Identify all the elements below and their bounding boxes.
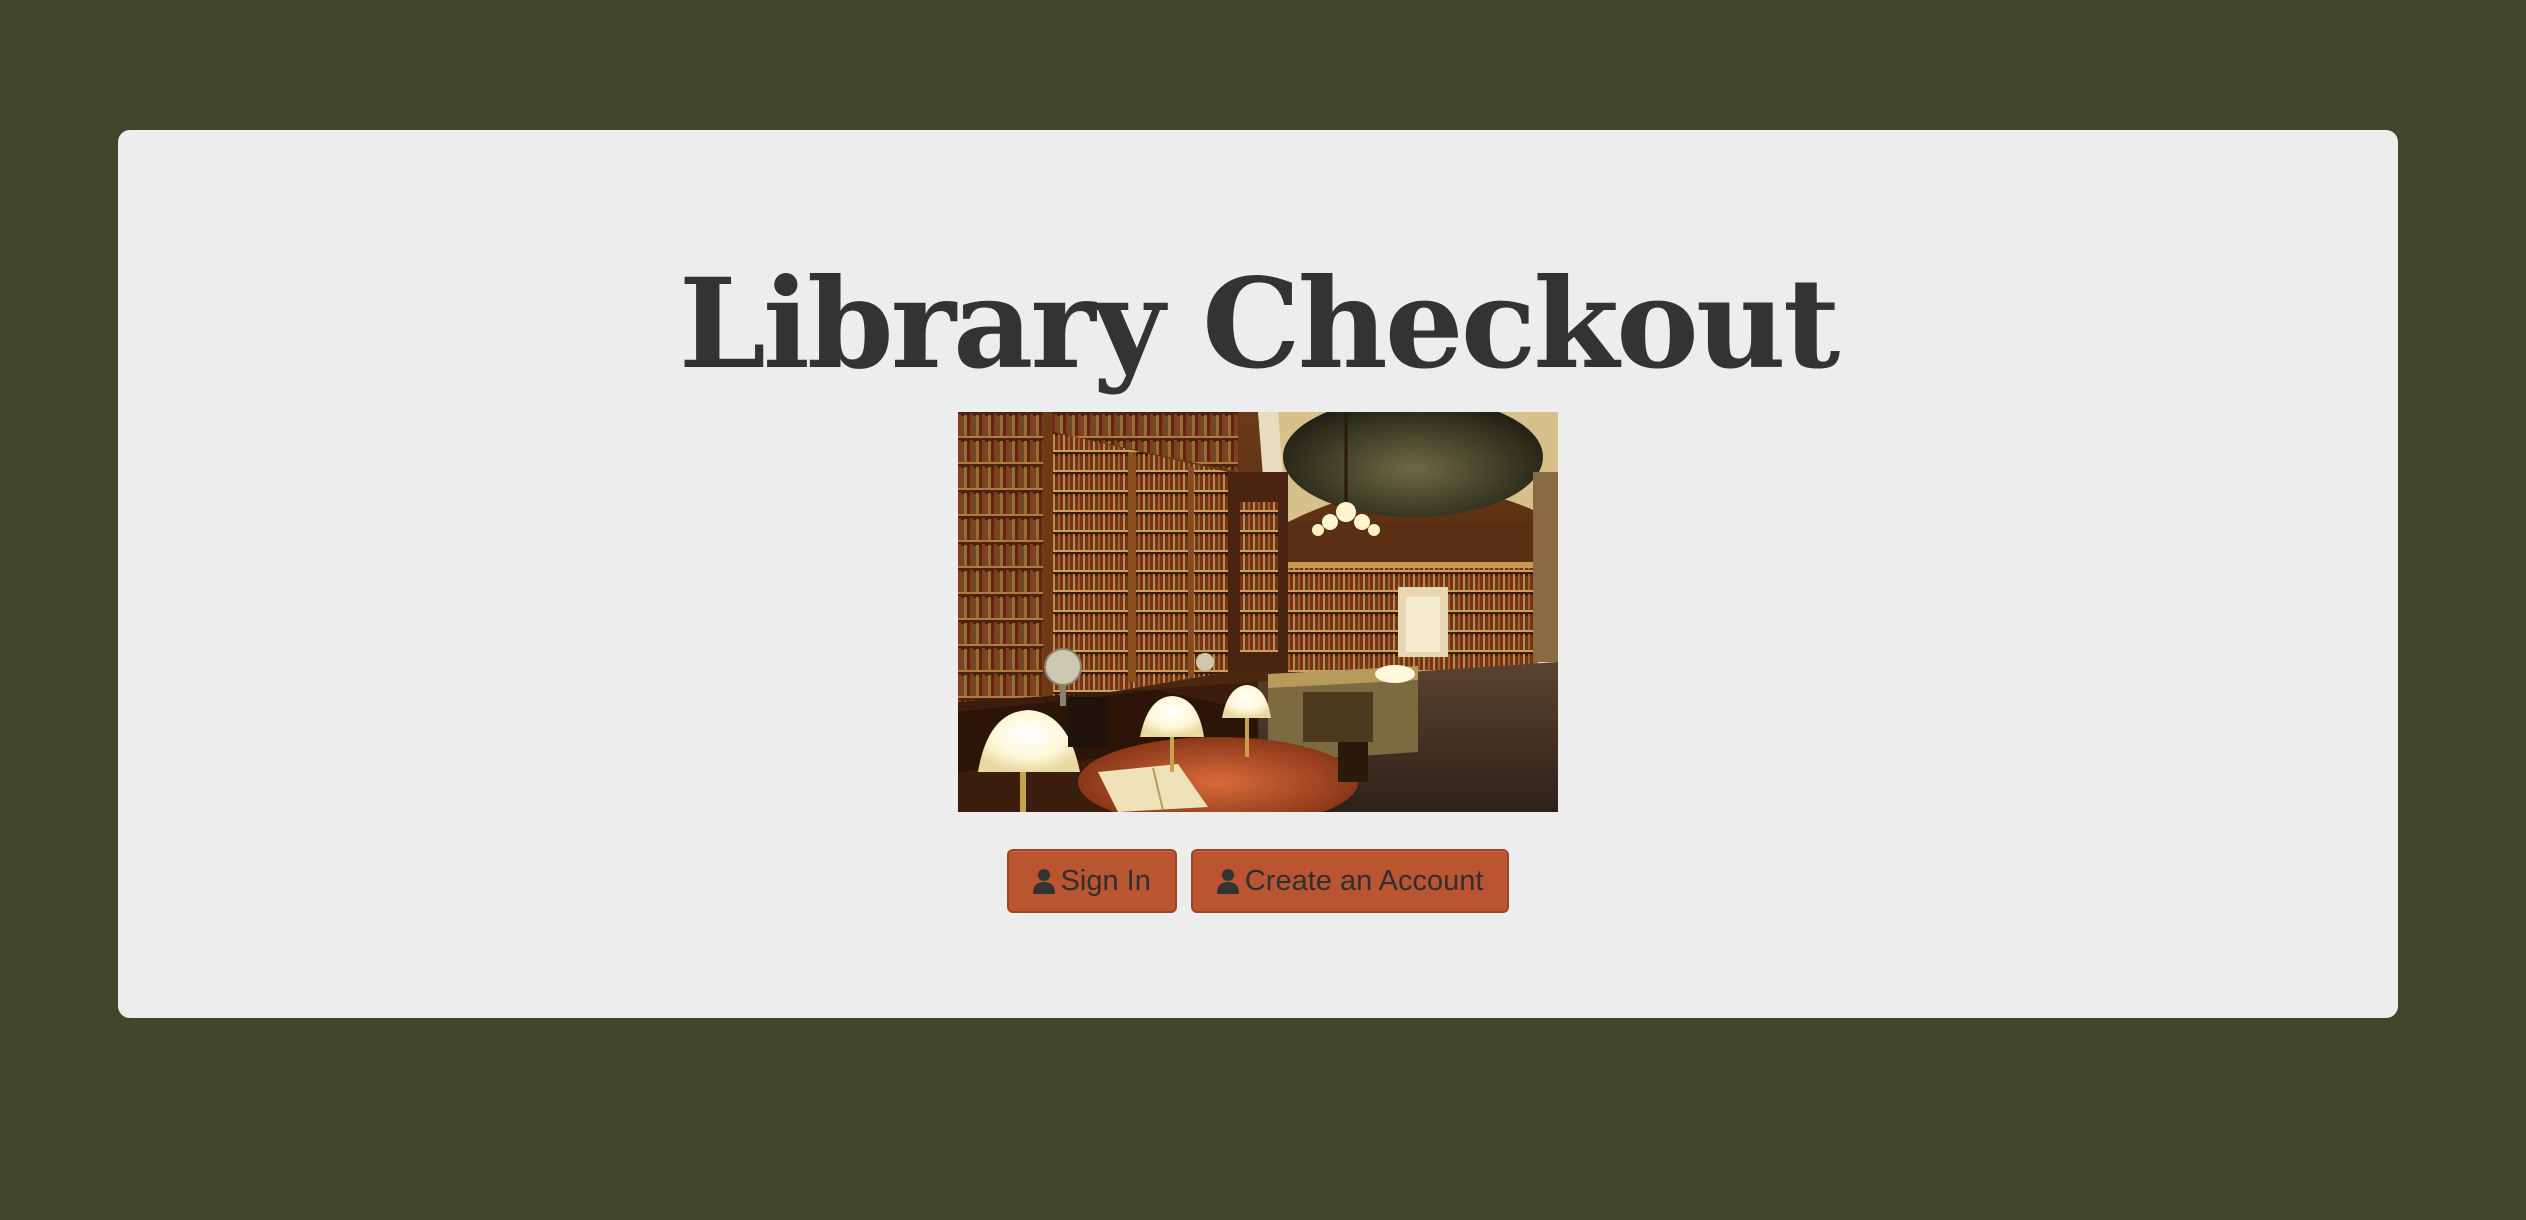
user-icon [1216,868,1239,894]
button-row: Sign In Create an Account [118,849,2398,913]
page-title: Library Checkout [678,252,1841,397]
library-photo [958,412,1558,812]
create-account-label: Create an Account [1244,864,1484,897]
main-card: Library Checkout Sign In Create an Accou… [118,130,2398,1018]
user-icon [1032,868,1055,894]
sign-in-label: Sign In [1060,864,1151,897]
page: Library Checkout Sign In Create an Accou… [0,0,2526,1220]
create-account-button[interactable]: Create an Account [1190,849,1510,913]
sign-in-button[interactable]: Sign In [1006,849,1177,913]
